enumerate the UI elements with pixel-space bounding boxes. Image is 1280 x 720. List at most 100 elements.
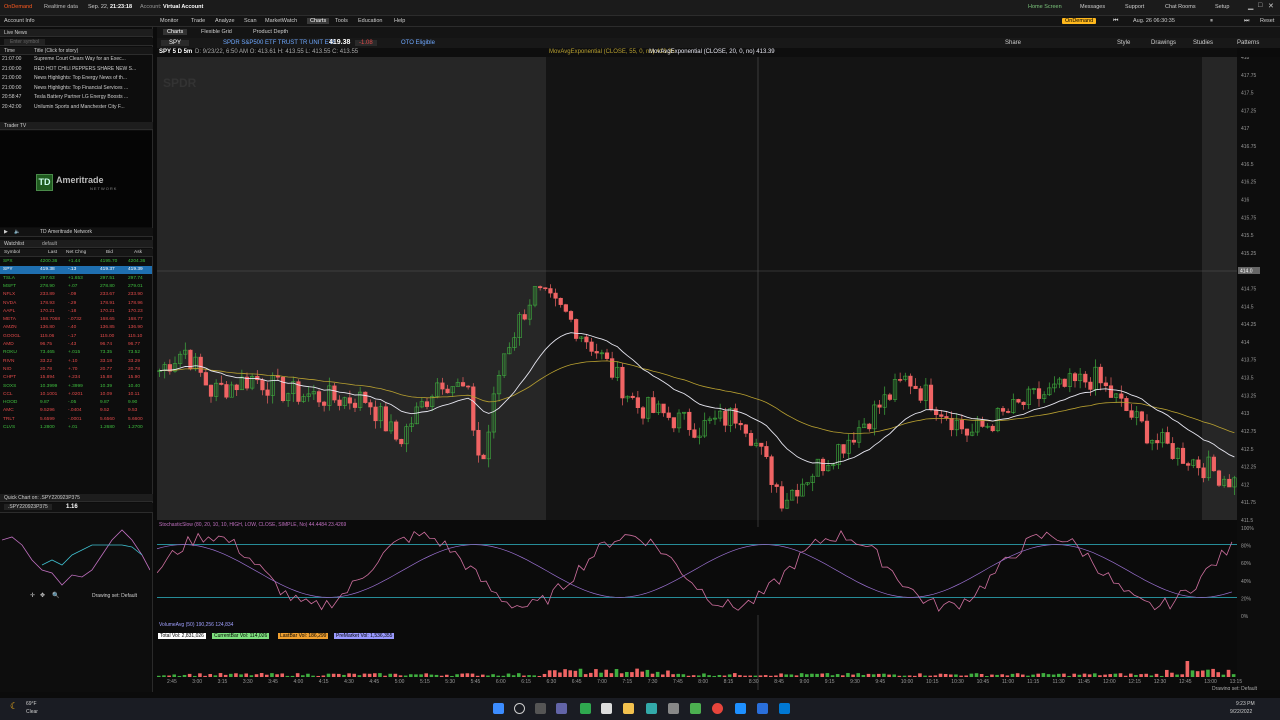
tab-flexible-grid[interactable]: Flexible Grid (201, 29, 232, 35)
nav-help[interactable]: Help (394, 18, 405, 24)
volume-icon[interactable]: 🔈 (14, 229, 20, 235)
watchlist-row[interactable]: NIO 20.78 +.70 20.77 20.78 (0, 366, 152, 374)
reset-button[interactable]: Reset (1260, 18, 1274, 24)
news-item[interactable]: 21:00:00 News Highlights: Top Energy News… (2, 75, 127, 81)
minimize-icon[interactable]: ▁ (1248, 2, 1253, 10)
windows-start-icon[interactable] (493, 703, 504, 714)
app-icon-5[interactable] (757, 703, 768, 714)
app-icon-2[interactable] (601, 703, 612, 714)
nav-monitor[interactable]: Monitor (160, 18, 178, 24)
nav-charts[interactable]: Charts (307, 18, 330, 24)
style-button[interactable]: Style (1117, 40, 1130, 46)
rewind-icon[interactable]: ⏮ (1113, 18, 1118, 25)
crosshair-icon[interactable]: ✛ (30, 592, 35, 599)
watchlist-row[interactable]: AAPL 170.21 -.18 170.21 170.23 (0, 308, 152, 316)
app-icon-1[interactable] (580, 703, 591, 714)
news-item[interactable]: 21:07:00 Supreme Court Clears Way for an … (2, 56, 126, 62)
file-explorer-icon[interactable] (623, 703, 634, 714)
studies-button[interactable]: Studies (1193, 40, 1213, 46)
symbol-input[interactable]: SPY (161, 40, 190, 46)
teams-icon[interactable] (556, 703, 567, 714)
wl-col-last[interactable]: Last (48, 250, 57, 255)
watchlist-row[interactable]: ROKU 73.465 +.015 73.35 73.52 (0, 349, 152, 357)
watchlist-row[interactable]: GOOGL 115.06 -.17 115.00 115.10 (0, 333, 152, 341)
watchlist-row[interactable]: SOXS 10.3999 +.3999 10.39 10.40 (0, 383, 152, 391)
watchlist-row[interactable]: CCL 10.1001 +.0201 10.09 10.11 (0, 391, 152, 399)
tab-product-depth[interactable]: Product Depth (253, 29, 288, 35)
zoom-icon[interactable]: 🔍 (52, 592, 59, 599)
ondemand-date[interactable]: Aug. 26 06:30:35 (1133, 18, 1175, 24)
nav-tools[interactable]: Tools (335, 18, 348, 24)
wl-col-bid[interactable]: Bid (106, 250, 113, 255)
news-item[interactable]: 21:00:00 RED HOT CHILI PEPPERS SHARE NEW … (2, 66, 136, 72)
setup-link[interactable]: Setup (1215, 4, 1229, 10)
watchlist-row[interactable]: AMZN 136.80 -.40 136.85 136.90 (0, 324, 152, 332)
wl-col-ask[interactable]: Ask (134, 250, 142, 255)
ondemand-badge[interactable]: OnDemand (1062, 18, 1097, 24)
app-icon-6[interactable] (779, 703, 790, 714)
pause-icon[interactable]: ⏸ (1210, 18, 1213, 25)
account-info-label[interactable]: Account Info (4, 18, 35, 24)
watchlist-name[interactable]: default (42, 241, 57, 247)
watchlist-row[interactable]: NVDA 178.93 -.29 178.91 178.96 (0, 300, 152, 308)
watchlist-row[interactable]: SPY 419.38 -.13 419.37 419.39 (0, 266, 152, 275)
watchlist-row[interactable]: RIVN 33.22 +.10 33.18 33.29 (0, 358, 152, 366)
task-view-icon[interactable] (535, 703, 546, 714)
nav-education[interactable]: Education (358, 18, 382, 24)
watchlist-row[interactable]: MSFT 278.90 +.07 278.80 279.01 (0, 283, 152, 291)
play-icon[interactable]: ▶ (4, 229, 8, 235)
clock-time[interactable]: 9:23 PM (1236, 701, 1255, 707)
trader-tv-video[interactable]: TD Ameritrade NETWORK (0, 131, 152, 227)
tv-channel[interactable]: TD Ameritrade Network (40, 229, 92, 235)
time-tick-label: 6:30 (547, 679, 557, 685)
patterns-button[interactable]: Patterns (1237, 40, 1259, 46)
watchlist-row[interactable]: TSLA 297.63 +1.653 297.51 297.74 (0, 275, 152, 283)
watchlist-row[interactable]: META 168.7068 -.0732 168.65 168.77 (0, 316, 152, 324)
forward-icon[interactable]: ⏭ (1244, 18, 1249, 25)
news-item[interactable]: 21:00:00 News Highlights: Top Financial S… (2, 85, 128, 91)
drawing-set-label[interactable]: Drawing set: Default (1212, 686, 1258, 690)
news-col-time[interactable]: Time (4, 48, 15, 54)
chrome-icon[interactable] (712, 703, 723, 714)
maximize-icon[interactable]: □ (1258, 2, 1262, 9)
tab-charts[interactable]: Charts (163, 29, 188, 35)
watchlist-row[interactable]: AMD 96.75 -.43 96.74 96.77 (0, 341, 152, 349)
nav-scan[interactable]: Scan (244, 18, 257, 24)
edge-icon[interactable] (735, 703, 746, 714)
thinkorswim-icon[interactable] (690, 703, 701, 714)
account-value[interactable]: Virtual Account (163, 4, 203, 10)
support-link[interactable]: Support (1125, 4, 1144, 10)
pan-icon[interactable]: ✥ (40, 592, 45, 599)
watchlist-row[interactable]: NFLX 233.89 -.09 233.67 233.90 (0, 291, 152, 299)
nav-marketwatch[interactable]: MarketWatch (265, 18, 297, 24)
share-button[interactable]: Share (1005, 40, 1021, 46)
quick-chart-svg[interactable] (2, 515, 150, 593)
main-chart[interactable]: SPDR 418 417.75 417.5 417.25 417 416.75 416.5 41… (157, 57, 1280, 690)
watchlist-row[interactable]: SPX 4200.36 +1.44 4195.70 4204.36 (0, 258, 152, 266)
app-icon-3[interactable] (646, 703, 657, 714)
quick-drawing-set[interactable]: Drawing set: Default (92, 593, 137, 599)
watchlist-row[interactable]: HOOD 9.87 -.05 9.87 9.90 (0, 399, 152, 407)
quick-symbol-input[interactable]: .SPY220923P375 (4, 504, 52, 510)
news-filter-input[interactable]: Enter symbol (4, 39, 46, 45)
messages-link[interactable]: Messages (1080, 4, 1105, 10)
nav-trade[interactable]: Trade (191, 18, 205, 24)
news-col-title[interactable]: Title (Click for story) (34, 48, 78, 54)
ondemand-label[interactable]: OnDemand (4, 4, 32, 10)
home-screen-link[interactable]: Home Screen (1028, 4, 1062, 10)
nav-analyze[interactable]: Analyze (215, 18, 235, 24)
news-item[interactable]: 20:58:47 Tesla Battery Partner LG Energy … (2, 94, 128, 100)
news-item[interactable]: 20:42:00 Unilumin Sports and Manchester C… (2, 104, 125, 110)
close-icon[interactable]: ✕ (1268, 2, 1274, 10)
watchlist-row[interactable]: CHPT 15.894 +.234 15.88 15.90 (0, 374, 152, 382)
wl-col-netchng[interactable]: Net Chng (66, 250, 86, 255)
drawings-button[interactable]: Drawings (1151, 40, 1176, 46)
search-icon[interactable] (514, 703, 525, 714)
wl-col-symbol[interactable]: Symbol (4, 250, 20, 255)
watchlist-row[interactable]: AMC 9.5296 -.0404 9.52 9.53 (0, 407, 152, 415)
watchlist-row[interactable]: CLVS 1.2800 +.01 1.2680 1.2700 (0, 424, 152, 432)
watchlist-row[interactable]: TRLT 5.6599 -.0001 5.6560 5.6600 (0, 416, 152, 424)
app-icon-4[interactable] (668, 703, 679, 714)
clock-date[interactable]: 9/22/2022 (1230, 709, 1252, 715)
chat-rooms-link[interactable]: Chat Rooms (1165, 4, 1196, 10)
